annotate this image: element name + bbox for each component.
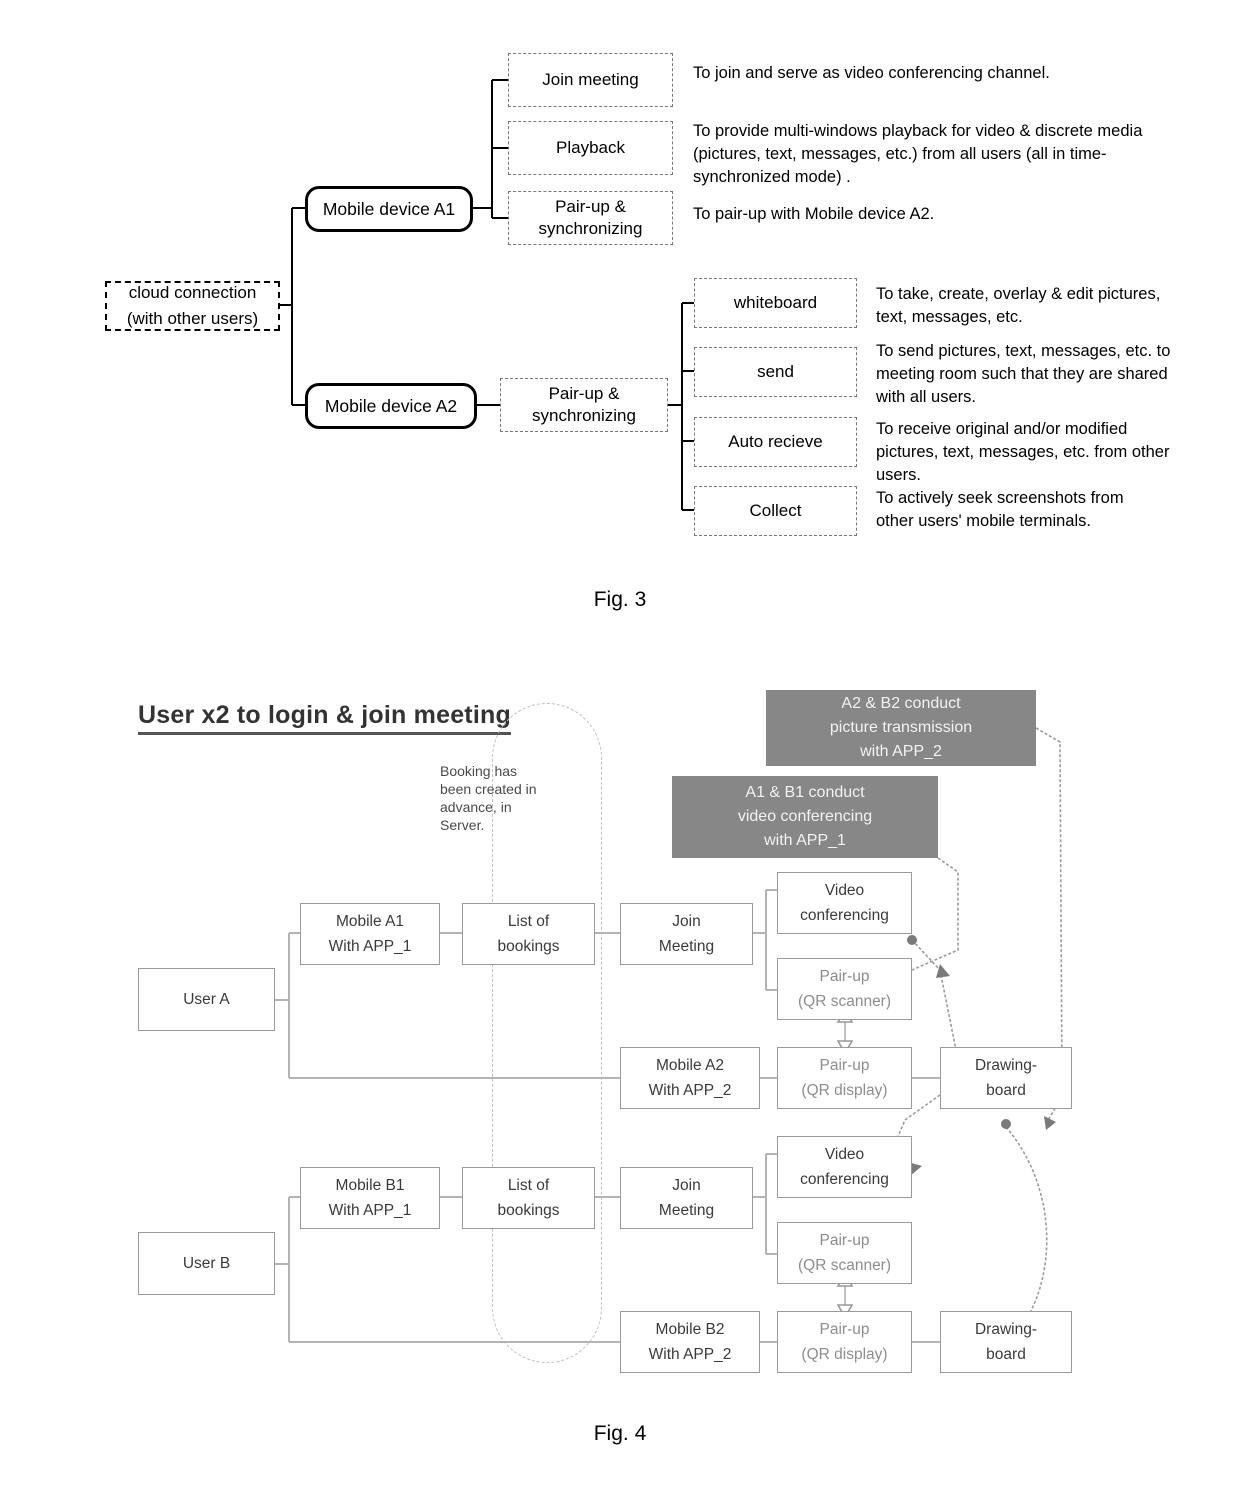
pair-up-qr-scanner-b-line2: (QR scanner) bbox=[797, 1257, 892, 1274]
figure-4-caption: Fig. 4 bbox=[593, 1422, 647, 1445]
send-label: send bbox=[757, 362, 794, 381]
send-box: send bbox=[694, 347, 857, 397]
playback-label: Playback bbox=[556, 138, 625, 157]
auto-recieve-box: Auto recieve bbox=[694, 417, 857, 467]
pair-up-qr-display-a-line1: Pair-up bbox=[819, 1057, 870, 1074]
pair-up-sync-a1-description: To pair-up with Mobile device A2. bbox=[693, 205, 935, 223]
whiteboard-description: To take, create, overlay & edit pictures… bbox=[876, 285, 1161, 326]
join-meeting-label: Join meeting bbox=[542, 70, 639, 89]
join-meeting-a-line1: Join bbox=[672, 913, 701, 930]
join-meeting-a-line2: Meeting bbox=[658, 938, 715, 955]
user-a-box: User A bbox=[138, 968, 275, 1031]
video-conferencing-b-line1: Video bbox=[824, 1146, 865, 1163]
video-conferencing-b-box: Video conferencing bbox=[777, 1136, 912, 1198]
playback-description: To provide multi-windows playback for vi… bbox=[693, 122, 1143, 186]
video-conferencing-b-line2: conferencing bbox=[800, 1171, 889, 1188]
mobile-a2-line1: Mobile A2 bbox=[655, 1057, 725, 1074]
pair-up-qr-display-b-line2: (QR display) bbox=[801, 1346, 888, 1363]
mobile-device-a2-label: Mobile device A2 bbox=[324, 395, 458, 416]
drawing-board-a-box: Drawing- board bbox=[940, 1047, 1072, 1109]
figure-4: User x2 to login & join meeting Booking … bbox=[0, 650, 1240, 1497]
drawing-board-b-line1: Drawing- bbox=[974, 1321, 1037, 1338]
mobile-a2-line2: With APP_2 bbox=[648, 1082, 732, 1099]
arrowhead-cross-a bbox=[936, 964, 950, 978]
list-of-bookings-b-box: List of bookings bbox=[462, 1167, 595, 1229]
mobile-b1-line1: Mobile B1 bbox=[335, 1177, 405, 1194]
pair-up-qr-scanner-b-line1: Pair-up bbox=[819, 1232, 870, 1249]
join-meeting-description: To join and serve as video conferencing … bbox=[693, 64, 1050, 82]
drawing-board-b-box: Drawing- board bbox=[940, 1311, 1072, 1373]
pair-up-sync-a2-label-line1: Pair-up & bbox=[548, 384, 620, 403]
auto-recieve-description: To receive original and/or modified pict… bbox=[876, 420, 1170, 484]
pair-up-qr-scanner-b-box: Pair-up (QR scanner) bbox=[777, 1222, 912, 1284]
mobile-a1-line1: Mobile A1 bbox=[335, 913, 405, 930]
whiteboard-box: whiteboard bbox=[694, 278, 857, 328]
user-b-box: User B bbox=[138, 1232, 275, 1295]
collect-label: Collect bbox=[749, 501, 802, 520]
mobile-b1-box: Mobile B1 With APP_1 bbox=[300, 1167, 440, 1229]
join-meeting-b-box: Join Meeting bbox=[620, 1167, 753, 1229]
junction-dot-video-a bbox=[907, 935, 917, 945]
join-meeting-b-line2: Meeting bbox=[658, 1202, 715, 1219]
list-of-bookings-a-line2: bookings bbox=[497, 938, 560, 955]
pair-up-qr-display-b-line1: Pair-up bbox=[819, 1321, 870, 1338]
whiteboard-label: whiteboard bbox=[733, 293, 818, 312]
drawing-board-a-line1: Drawing- bbox=[974, 1057, 1037, 1074]
junction-dot-board-a bbox=[1001, 1119, 1011, 1129]
video-conferencing-a-box: Video conferencing bbox=[777, 872, 912, 934]
send-description: To send pictures, text, messages, etc. t… bbox=[876, 342, 1171, 406]
join-meeting-b-line1: Join bbox=[672, 1177, 701, 1194]
figure-3: cloud connection (with other users) Mobi… bbox=[0, 0, 1240, 640]
mobile-device-a2-node: Mobile device A2 bbox=[305, 383, 477, 429]
user-b-label: User B bbox=[182, 1255, 231, 1272]
mobile-b2-box: Mobile B2 With APP_2 bbox=[620, 1311, 760, 1373]
playback-box: Playback bbox=[508, 121, 673, 175]
mobile-b2-line2: With APP_2 bbox=[648, 1346, 732, 1363]
mobile-a1-box: Mobile A1 With APP_1 bbox=[300, 903, 440, 965]
cloud-connection-line2: (with other users) bbox=[126, 309, 259, 328]
pair-up-qr-display-a-line2: (QR display) bbox=[801, 1082, 888, 1099]
pair-up-qr-scanner-a-line1: Pair-up bbox=[819, 968, 870, 985]
collect-box: Collect bbox=[694, 486, 857, 536]
video-conferencing-a-line1: Video bbox=[824, 882, 865, 899]
cloud-connection-line1: cloud connection bbox=[128, 283, 257, 302]
pair-up-sync-a1-box: Pair-up & synchronizing bbox=[508, 191, 673, 245]
collect-description: To actively seek screenshots from other … bbox=[876, 489, 1124, 530]
join-meeting-box: Join meeting bbox=[508, 53, 673, 107]
pair-up-qr-display-a-box: Pair-up (QR display) bbox=[777, 1047, 912, 1109]
mobile-a2-box: Mobile A2 With APP_2 bbox=[620, 1047, 760, 1109]
list-of-bookings-a-box: List of bookings bbox=[462, 903, 595, 965]
drawing-board-b-line2: board bbox=[986, 1346, 1026, 1363]
mobile-device-a1-label: Mobile device A1 bbox=[322, 198, 456, 219]
pair-up-sync-a2-label-line2: synchronizing bbox=[532, 406, 636, 425]
mobile-b1-line2: With APP_1 bbox=[328, 1202, 412, 1219]
join-meeting-a-box: Join Meeting bbox=[620, 903, 753, 965]
list-of-bookings-b-line2: bookings bbox=[497, 1202, 560, 1219]
video-conferencing-a-line2: conferencing bbox=[800, 907, 889, 924]
pair-up-sync-a1-label-line1: Pair-up & bbox=[555, 197, 626, 216]
user-a-label: User A bbox=[183, 991, 230, 1008]
pair-up-sync-a1-label-line2: synchronizing bbox=[538, 219, 643, 238]
pair-up-qr-scanner-a-line2: (QR scanner) bbox=[797, 993, 892, 1010]
list-of-bookings-b-line1: List of bbox=[507, 1177, 550, 1194]
cloud-connection-node: cloud connection (with other users) bbox=[105, 281, 280, 331]
pair-up-qr-scanner-a-box: Pair-up (QR scanner) bbox=[777, 958, 912, 1020]
figure-3-caption: Fig. 3 bbox=[593, 588, 647, 611]
mobile-a1-line2: With APP_1 bbox=[328, 938, 412, 955]
list-of-bookings-a-line1: List of bbox=[507, 913, 550, 930]
auto-recieve-label: Auto recieve bbox=[728, 432, 823, 451]
drawing-board-a-line2: board bbox=[986, 1082, 1026, 1099]
mobile-b2-line1: Mobile B2 bbox=[655, 1321, 725, 1338]
pair-up-qr-display-b-box: Pair-up (QR display) bbox=[777, 1311, 912, 1373]
pair-up-sync-a2-box: Pair-up & synchronizing bbox=[500, 378, 668, 432]
mobile-device-a1-node: Mobile device A1 bbox=[305, 186, 473, 232]
